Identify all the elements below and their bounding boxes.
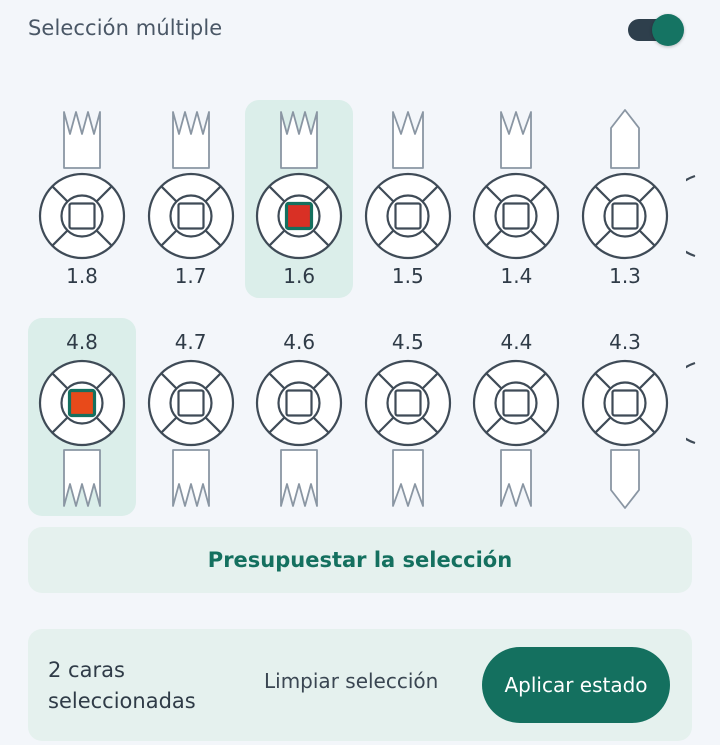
toggle-knob [652,14,684,46]
tooth-face-icon[interactable] [147,359,235,447]
tooth-number: 4.4 [500,330,533,354]
tooth-root-icon [610,109,640,169]
tooth-number: 1.4 [500,264,533,288]
tooth-root-icon [171,111,210,169]
tooth-1-3[interactable]: 1.3 [571,100,679,298]
tooth-face-icon[interactable] [147,172,235,260]
tooth-4-7[interactable]: 4.7 [137,318,245,516]
selection-footer: 2 caras seleccionadas Limpiar selección … [28,629,692,741]
tooth-root-icon [280,111,319,169]
clear-selection-button[interactable]: Limpiar selección [264,669,438,693]
tooth-4-4[interactable]: 4.4 [462,318,570,516]
occlusal-face[interactable] [68,202,96,230]
tooth-face-icon[interactable] [255,172,343,260]
tooth-number: 1.8 [66,264,98,288]
tooth-face-icon[interactable] [38,172,126,260]
tooth-face-icon[interactable] [364,172,452,260]
tooth-4-6[interactable]: 4.6 [245,318,353,516]
tooth-face-icon[interactable] [38,359,126,447]
tooth-root-icon [280,449,319,507]
upper-teeth-row: 1.8 1.7 1.6 1.5 1.4 1.3 [0,100,720,300]
tooth-number: 4.6 [283,330,316,354]
tooth-root-icon [610,449,640,509]
tooth-face-icon[interactable] [364,359,452,447]
tooth-root-icon [500,449,533,507]
tooth-face-icon[interactable] [255,359,343,447]
tooth-1-5[interactable]: 1.5 [354,100,462,298]
selected-faces-count: 2 caras seleccionadas [48,658,196,713]
tooth-face-icon[interactable] [472,359,560,447]
occlusal-face[interactable] [176,202,205,230]
page-title: Selección múltiple [28,16,223,40]
tooth-root-icon [500,111,533,169]
occlusal-face[interactable] [67,388,97,418]
tooth-1-8[interactable]: 1.8 [28,100,136,298]
tooth-root-icon [391,111,424,169]
budget-selection-label: Presupuestar la selección [207,548,513,572]
occlusal-face[interactable] [285,389,313,417]
tooth-number: 4.7 [174,330,207,354]
multiple-selection-toggle[interactable] [628,14,686,46]
tooth-1-4[interactable]: 1.4 [462,100,570,298]
tooth-4-5[interactable]: 4.5 [354,318,462,516]
occlusal-face[interactable] [611,389,639,417]
tooth-face-icon[interactable] [472,172,560,260]
apply-state-button[interactable]: Aplicar estado [482,647,670,723]
tooth-4-8[interactable]: 4.8 [28,318,136,516]
lower-teeth-row: 4.8 4.7 4.6 4.5 4.4 4.3 [0,318,720,518]
tooth-root-icon [391,449,424,507]
occlusal-face[interactable] [502,389,530,417]
occlusal-face[interactable] [285,201,314,231]
occlusal-face[interactable] [176,389,205,417]
tooth-number: 1.5 [391,264,424,288]
budget-selection-button[interactable]: Presupuestar la selección [28,527,692,593]
tooth-1-6[interactable]: 1.6 [245,100,354,298]
tooth-number: 1.7 [174,264,207,288]
tooth-partial-offscreen [686,172,696,260]
occlusal-face[interactable] [394,202,422,230]
tooth-root-icon [171,449,210,507]
tooth-number: 4.3 [609,330,641,354]
tooth-4-3[interactable]: 4.3 [571,318,679,516]
occlusal-face[interactable] [611,202,639,230]
tooth-face-icon[interactable] [581,359,669,447]
tooth-root-icon [63,111,101,169]
tooth-face-icon[interactable] [581,172,669,260]
tooth-number: 4.5 [391,330,424,354]
occlusal-face[interactable] [502,202,530,230]
tooth-1-7[interactable]: 1.7 [137,100,245,298]
tooth-number: 4.8 [66,330,98,354]
occlusal-face[interactable] [394,389,422,417]
tooth-partial-offscreen [686,359,696,447]
tooth-number: 1.6 [283,264,316,288]
tooth-number: 1.3 [609,264,641,288]
header: Selección múltiple [28,14,692,46]
tooth-root-icon [63,449,101,507]
